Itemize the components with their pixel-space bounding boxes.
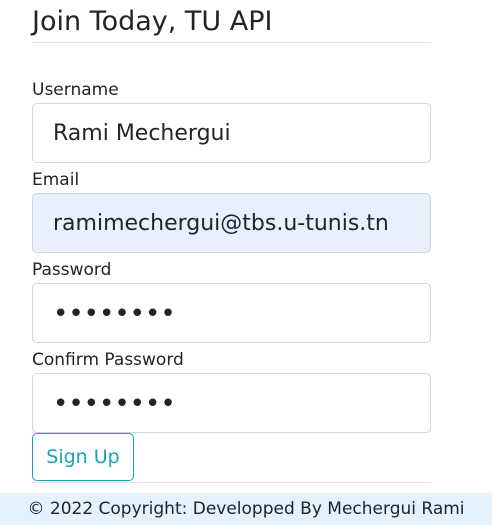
title-divider [32, 42, 431, 43]
footer: © 2022 Copyright: Developped By Mechergu… [0, 493, 492, 525]
confirm-password-input[interactable]: •••••••• [32, 373, 431, 433]
email-label: Email [32, 170, 80, 190]
form-divider [32, 482, 431, 483]
signup-page: Join Today, TU API Username Rami Mecherg… [0, 0, 492, 525]
confirm-password-label: Confirm Password [32, 350, 184, 370]
form-title: Join Today, TU API [32, 6, 273, 37]
sign-up-button[interactable]: Sign Up [32, 433, 134, 481]
copyright-text: © 2022 Copyright: Developped By Mechergu… [27, 499, 465, 519]
password-label: Password [32, 260, 112, 280]
password-input[interactable]: •••••••• [32, 283, 431, 343]
username-input[interactable]: Rami Mechergui [32, 103, 431, 163]
email-input[interactable]: ramimechergui@tbs.u-tunis.tn [32, 193, 431, 253]
username-label: Username [32, 80, 119, 100]
